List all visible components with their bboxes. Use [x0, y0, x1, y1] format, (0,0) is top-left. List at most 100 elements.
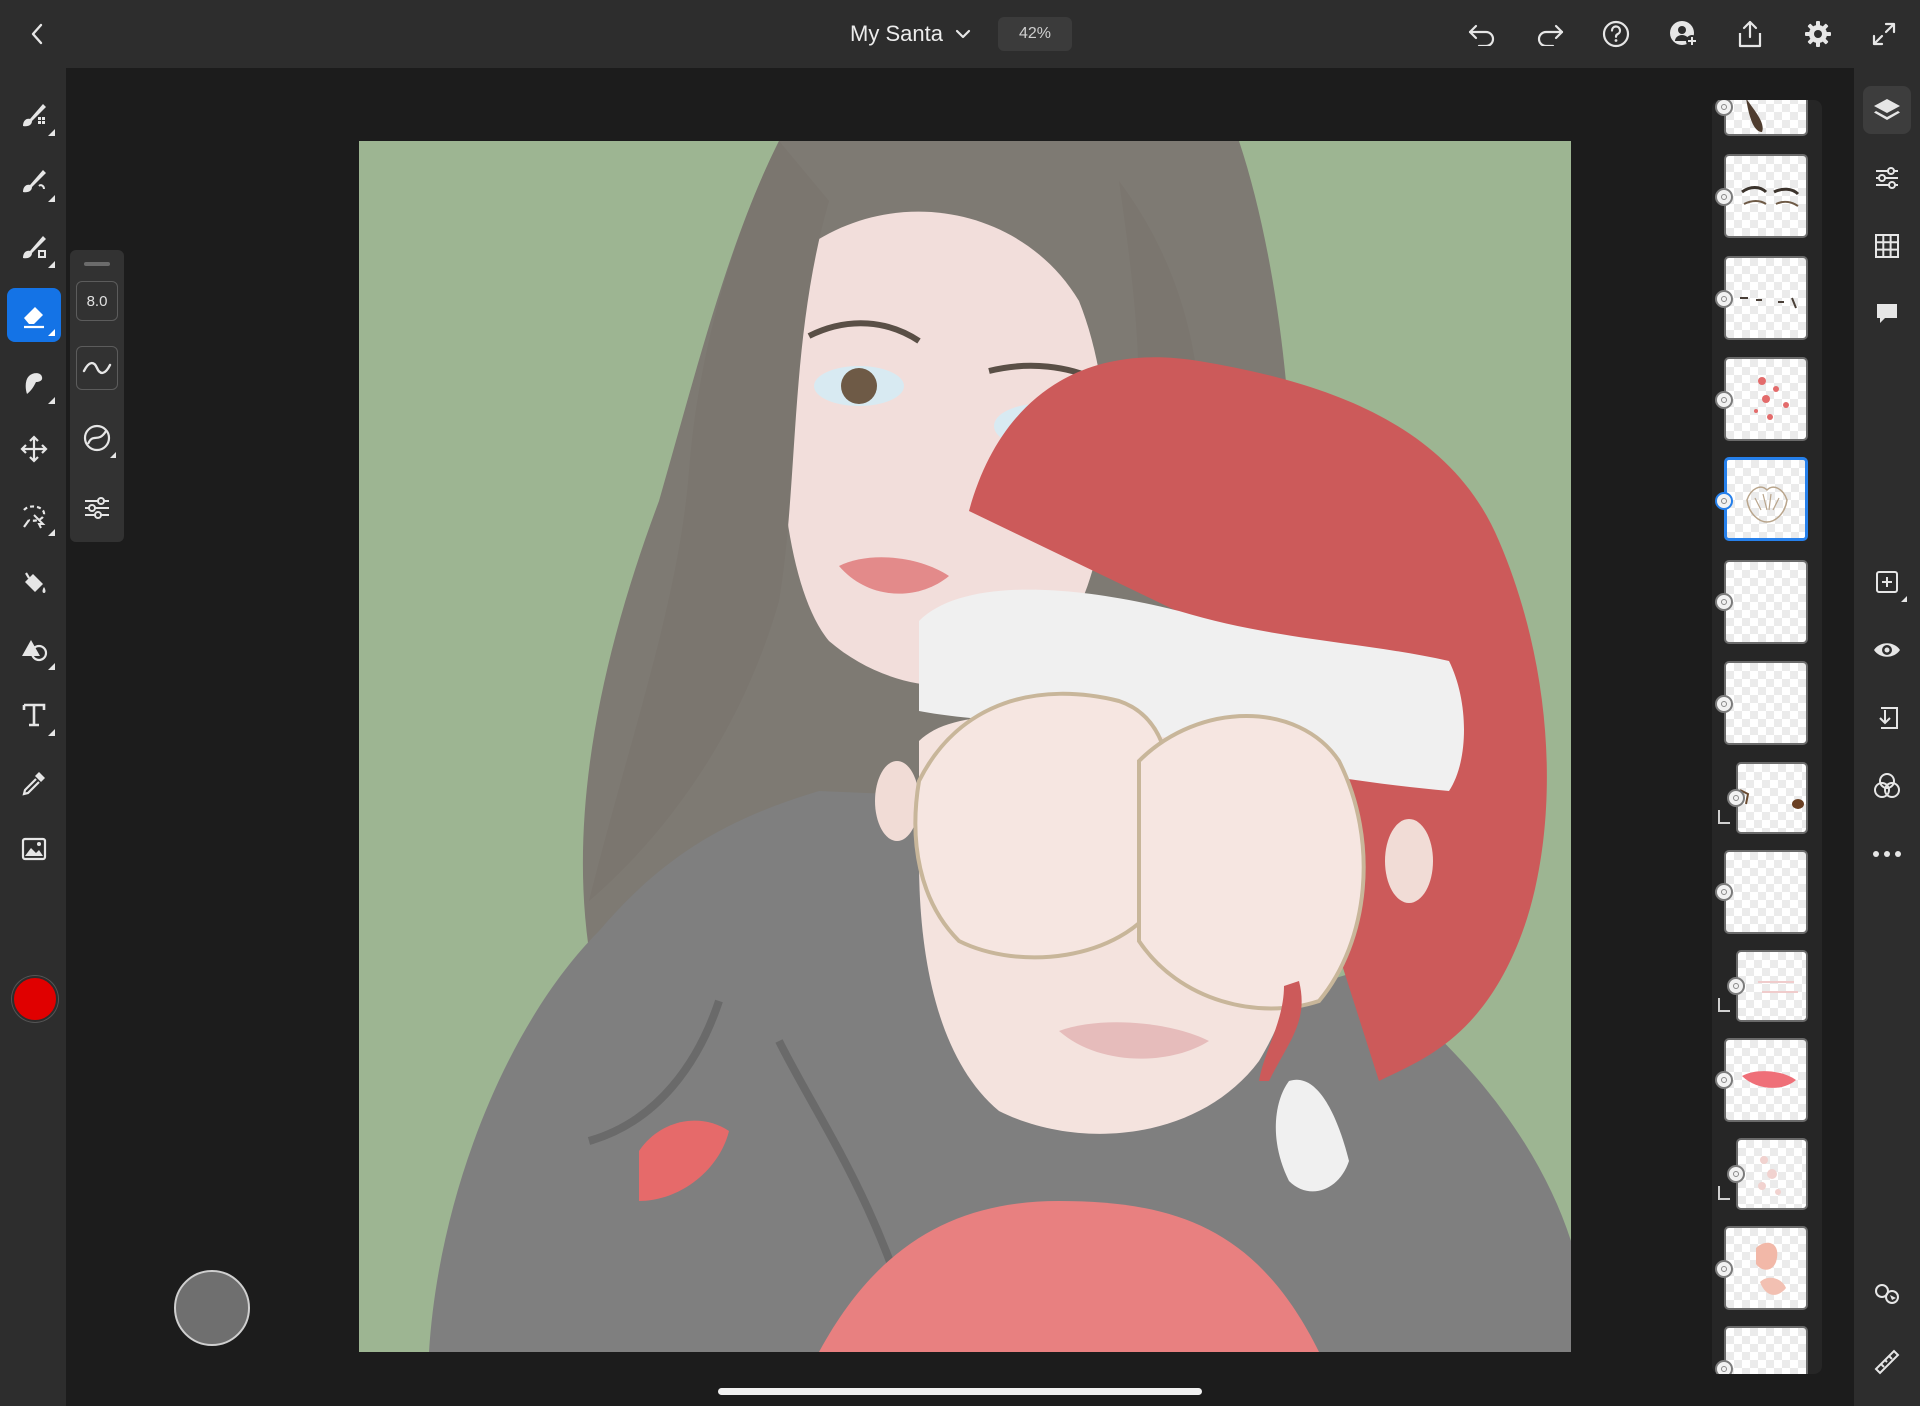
lasso-icon	[23, 505, 46, 529]
right-rail	[1854, 68, 1920, 1406]
tool-text[interactable]	[7, 688, 61, 742]
settings-button[interactable]	[1798, 14, 1838, 54]
layer-thumbnail-clipped[interactable]	[1736, 762, 1808, 834]
layer-visibility-toggle[interactable]	[1715, 188, 1733, 206]
layer-thumbnail[interactable]	[1724, 154, 1808, 238]
layer-thumbnail[interactable]	[1724, 661, 1808, 745]
tool-vector-brush[interactable]	[7, 220, 61, 274]
live-brush-icon	[23, 170, 46, 193]
layer-visibility-toggle[interactable]	[1715, 1360, 1733, 1374]
drawing-canvas[interactable]	[359, 141, 1571, 1352]
more-options-button[interactable]	[1863, 830, 1911, 878]
tool-fill[interactable]	[7, 556, 61, 610]
layer-visibility-toggle[interactable]	[1715, 883, 1733, 901]
more-icon	[1873, 851, 1901, 857]
brush-shape-button[interactable]	[76, 346, 118, 390]
chevron-left-icon	[31, 23, 43, 45]
layer-thumbnail-selected[interactable]	[1724, 457, 1808, 541]
redo-icon	[1537, 24, 1564, 46]
brush-stroke-icon	[82, 361, 112, 375]
layer-thumbnail[interactable]	[1724, 560, 1808, 644]
layers-button[interactable]	[1863, 86, 1911, 134]
layer-visibility-toggle[interactable]	[1715, 695, 1733, 713]
layer-visibility-toggle[interactable]	[1715, 1260, 1733, 1278]
layer-thumbnail[interactable]	[1724, 357, 1808, 441]
layers-panel	[1712, 100, 1822, 1374]
tool-selection[interactable]	[7, 488, 61, 542]
redo-button[interactable]	[1530, 14, 1570, 54]
invite-button[interactable]	[1664, 14, 1704, 54]
brush-settings-flyout: 8.0	[70, 250, 124, 542]
vector-brush-icon	[23, 236, 46, 259]
document-title: My Santa	[850, 21, 943, 46]
current-color-swatch[interactable]	[12, 976, 58, 1022]
tool-pixel-brush[interactable]	[7, 88, 61, 142]
fullscreen-button[interactable]	[1864, 14, 1904, 54]
layer-thumbnail[interactable]	[1724, 850, 1808, 934]
layer-visibility-toggle[interactable]	[1715, 391, 1733, 409]
layer-thumbnail-clipped[interactable]	[1736, 1138, 1808, 1210]
blend-modes-button[interactable]	[1863, 762, 1911, 810]
layers-icon	[1874, 99, 1900, 120]
merge-down-button[interactable]	[1863, 694, 1911, 742]
document-title-menu[interactable]: My Santa	[850, 14, 971, 54]
eye-icon	[1874, 643, 1900, 657]
back-button[interactable]	[20, 16, 54, 52]
tool-eraser[interactable]	[7, 288, 61, 342]
layer-thumbnail[interactable]	[1724, 256, 1808, 340]
layer-visibility-toggle[interactable]	[1715, 290, 1733, 308]
properties-icon	[1876, 167, 1898, 189]
paint-bucket-icon	[25, 572, 46, 593]
eraser-icon	[24, 307, 44, 329]
add-layer-button[interactable]	[1863, 558, 1911, 606]
layer-visibility-toggle[interactable]	[1715, 593, 1733, 611]
tool-live-brush[interactable]	[7, 154, 61, 208]
share-button[interactable]	[1730, 14, 1770, 54]
settings-icon	[1805, 21, 1831, 47]
tool-shapes[interactable]	[7, 622, 61, 676]
tool-smudge[interactable]	[7, 356, 61, 410]
smudge-icon	[25, 373, 43, 394]
layer-visibility-toggle[interactable]	[1715, 1071, 1733, 1089]
move-icon	[20, 435, 48, 463]
fullscreen-icon	[1872, 22, 1896, 46]
merge-down-icon	[1879, 707, 1898, 729]
layer-thumbnail-clipped[interactable]	[1736, 950, 1808, 1022]
brush-size-value[interactable]: 8.0	[76, 281, 118, 321]
tool-eyedropper[interactable]	[7, 756, 61, 810]
layer-visibility-toggle[interactable]	[1727, 977, 1745, 995]
layer-visibility-toggle[interactable]	[1715, 492, 1733, 510]
flyout-drag-handle[interactable]	[84, 262, 110, 266]
grid-button[interactable]	[1863, 222, 1911, 270]
undo-button[interactable]	[1462, 14, 1502, 54]
help-icon	[1602, 20, 1630, 48]
help-button[interactable]	[1596, 14, 1636, 54]
layer-visibility-toggle[interactable]	[1727, 789, 1745, 807]
layer-thumbnail[interactable]	[1724, 1226, 1808, 1310]
layer-thumbnail[interactable]	[1724, 1326, 1808, 1374]
home-indicator[interactable]	[718, 1388, 1202, 1395]
touch-shortcut-handle[interactable]	[174, 1270, 250, 1346]
undo-icon	[1468, 24, 1495, 46]
layer-thumbnail[interactable]	[1724, 1038, 1808, 1122]
visibility-button[interactable]	[1863, 626, 1911, 674]
zoom-level[interactable]: 42%	[998, 17, 1072, 51]
ruler-icon	[1874, 1349, 1900, 1375]
eyedropper-icon	[22, 772, 45, 796]
ruler-button[interactable]	[1863, 1338, 1911, 1386]
tool-image[interactable]	[7, 822, 61, 876]
clipping-mask-indicator	[1718, 998, 1730, 1012]
layer-visibility-toggle[interactable]	[1727, 1165, 1745, 1183]
layer-thumbnail[interactable]	[1724, 100, 1808, 136]
touch-shortcut-button[interactable]	[1863, 1270, 1911, 1318]
brush-settings-button[interactable]	[76, 486, 118, 530]
touch-shortcut-icon	[1875, 1284, 1899, 1304]
text-icon	[22, 703, 46, 727]
properties-button[interactable]	[1863, 154, 1911, 202]
comments-icon	[1877, 304, 1897, 323]
clipping-mask-indicator	[1718, 1186, 1730, 1200]
tool-transform[interactable]	[7, 422, 61, 476]
share-icon	[1738, 20, 1762, 48]
pressure-button[interactable]	[76, 416, 118, 460]
comments-button[interactable]	[1863, 290, 1911, 338]
